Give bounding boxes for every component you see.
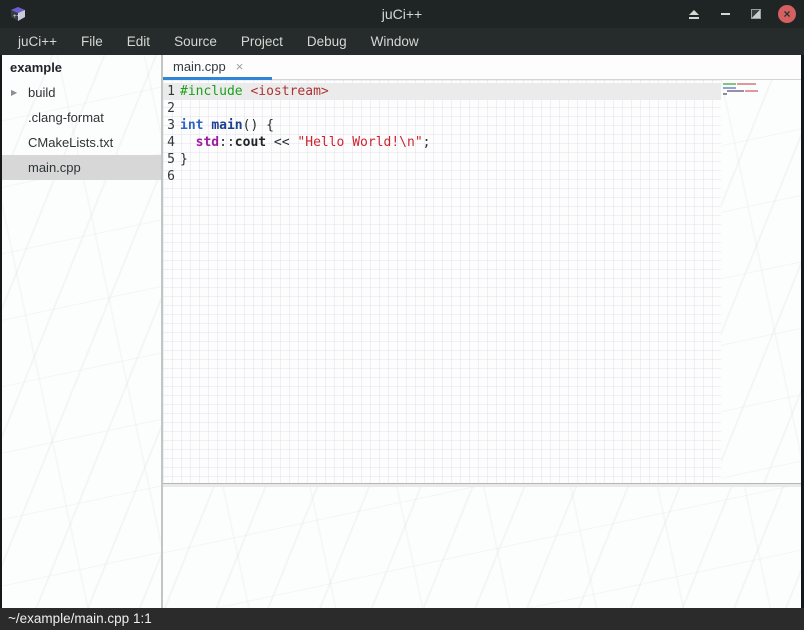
tree-item-clang-format[interactable]: .clang-format [2,105,161,130]
code-text: std::cout << "Hello World!\n"; [175,134,430,151]
code-text [175,100,180,117]
code-line-2[interactable]: 2 [163,100,721,117]
code-text: } [175,151,188,168]
line-number: 2 [163,100,175,117]
restore-icon [751,9,761,19]
menu-item-debug[interactable]: Debug [299,28,355,55]
menu-item-file[interactable]: File [73,28,111,55]
expander-chevron-icon[interactable]: ▶ [11,80,21,105]
line-number: 4 [163,134,175,151]
code-text: #include <iostream> [175,83,329,100]
status-bar: ~/example/main.cpp 1:1 [0,608,804,630]
tree-item-label: main.cpp [2,155,81,180]
project-root-label[interactable]: example [2,55,161,80]
code-line-3[interactable]: 3int main() { [163,117,721,134]
minimap-code-mark [723,93,727,95]
line-number: 1 [163,83,175,100]
minimap-code-mark [723,83,736,85]
minimize-icon [721,13,730,15]
tab-close-icon[interactable]: × [236,59,244,74]
title-bar[interactable]: ++ juCi++ × [0,0,804,28]
menu-bar: juCi++ File Edit Source Project Debug Window [0,28,804,55]
line-number: 6 [163,168,175,185]
restore-button[interactable] [747,5,765,23]
line-number: 3 [163,117,175,134]
menu-item-project[interactable]: Project [233,28,291,55]
code-line-6[interactable]: 6 [163,168,721,185]
minimap-code-mark [723,87,736,89]
code-text: int main() { [175,117,274,134]
code-text [175,168,180,185]
terminal-output-pane[interactable] [163,487,801,608]
menu-item-source[interactable]: Source [166,28,225,55]
line-number: 5 [163,151,175,168]
minimap[interactable] [721,80,801,483]
tree-item-main-cpp[interactable]: main.cpp [2,155,161,180]
tab-bar: main.cpp × [163,55,801,80]
window-title: juCi++ [0,0,804,28]
menu-item-window[interactable]: Window [363,28,427,55]
file-tree: ▶build.clang-formatCMakeLists.txtmain.cp… [2,80,161,180]
minimize-button[interactable] [716,5,734,23]
editor-pane: main.cpp × 1#include <iostream>23int mai… [163,55,801,608]
code-line-5[interactable]: 5} [163,151,721,168]
tree-item-build[interactable]: ▶build [2,80,161,105]
code-lines[interactable]: 1#include <iostream>23int main() {4 std:… [163,80,721,483]
menu-item-edit[interactable]: Edit [119,28,158,55]
shade-button[interactable] [685,5,703,23]
tree-item-label: .clang-format [2,105,104,130]
tree-item-label: CMakeLists.txt [2,130,113,155]
minimap-code-mark [745,90,758,92]
minimap-code-mark [737,83,756,85]
eject-icon [689,10,699,19]
code-line-1[interactable]: 1#include <iostream> [163,83,721,100]
app-window: ++ juCi++ × juCi++FileEditSourceProjectD… [0,0,804,630]
menu-item-juci[interactable]: juCi++ [10,28,65,55]
tab-label: main.cpp [173,59,226,74]
code-line-4[interactable]: 4 std::cout << "Hello World!\n"; [163,134,721,151]
close-button[interactable]: × [778,5,796,23]
window-controls: × [685,0,796,28]
status-file-position: ~/example/main.cpp 1:1 [8,611,152,626]
minimap-code-mark [727,90,744,92]
tab-main-cpp[interactable]: main.cpp × [163,55,272,80]
tree-item-cmakelists-txt[interactable]: CMakeLists.txt [2,130,161,155]
sidebar: example ▶build.clang-formatCMakeLists.tx… [2,55,161,608]
editor: 1#include <iostream>23int main() {4 std:… [163,80,801,483]
